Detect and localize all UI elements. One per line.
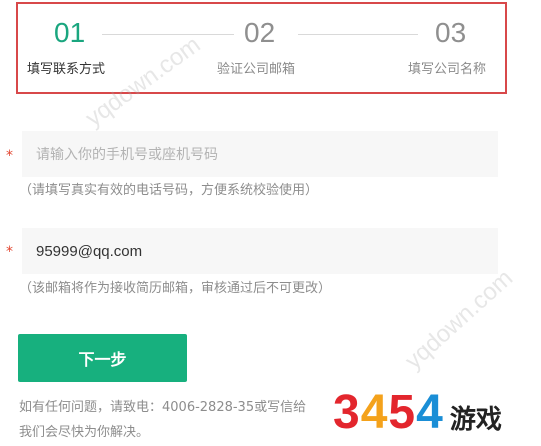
step-2-number: 02: [244, 17, 276, 48]
step-1-number: 01: [54, 17, 86, 48]
logo-digit: 5: [388, 386, 417, 439]
next-step-button-label: 下一步: [78, 350, 127, 369]
logo-digit: 4: [416, 386, 444, 439]
phone-input-placeholder: 请输入你的手机号或座机号码: [36, 147, 218, 163]
step-connector: [298, 34, 418, 35]
phone-input[interactable]: 请输入你的手机号或座机号码: [22, 131, 498, 177]
step-2-label: 验证公司邮箱: [217, 62, 296, 77]
contact-note-line-2: 我们会尽快为你解决。: [19, 425, 150, 440]
contact-note: 如有任何问题，请致电：4006-2828-35或写信给 我们会尽快为你解决。: [19, 395, 339, 445]
step-3-label: 填写公司名称: [408, 62, 487, 77]
phone-required-mark: *: [6, 148, 13, 164]
contact-note-line-1: 如有任何问题，请致电：4006-2828-35或写信给: [19, 400, 307, 415]
next-step-button[interactable]: 下一步: [18, 334, 187, 382]
phone-hint: （请填写真实有效的电话号码，方便系统校验使用）: [19, 183, 319, 198]
logo-text: 游戏: [449, 405, 502, 435]
site-logo: 3 4 5 4 游戏: [333, 388, 502, 438]
email-input[interactable]: 95999@qq.com: [22, 228, 498, 274]
email-input-value: 95999@qq.com: [36, 242, 143, 260]
email-hint: （该邮箱将作为接收简历邮箱，审核通过后不可更改）: [19, 281, 332, 296]
logo-digit: 4: [360, 386, 389, 439]
step-indicator: 01 填写联系方式 02 验证公司邮箱 03 填写公司名称: [16, 2, 507, 94]
watermark-text: yqdown.com: [399, 264, 519, 375]
step-connector: [102, 34, 234, 35]
step-3-number: 03: [435, 17, 467, 48]
step-1-label: 填写联系方式: [27, 62, 106, 77]
email-required-mark: *: [6, 244, 13, 260]
